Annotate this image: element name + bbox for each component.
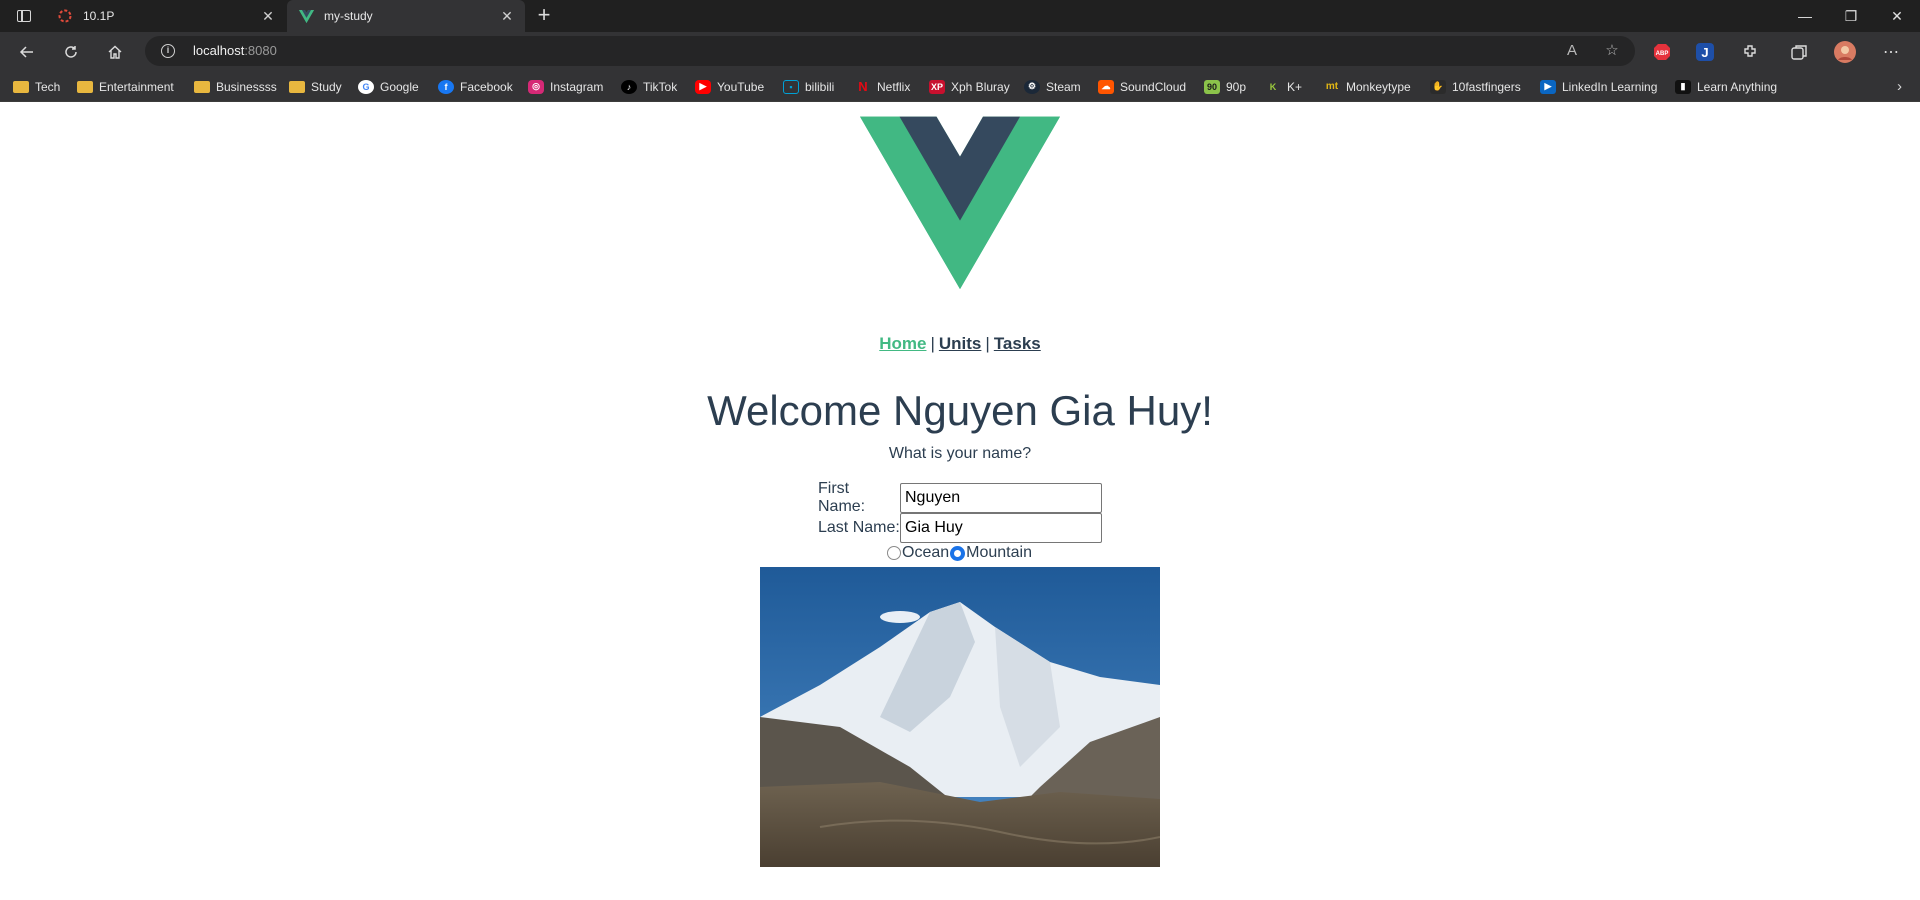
bookmark-item[interactable]: Study: [289, 78, 342, 95]
browser-titlebar: 10.1P ✕ my-study ✕ + — ❐ ✕: [0, 0, 1920, 32]
last-name-row: Last Name:: [818, 513, 1102, 543]
collections-icon[interactable]: [1788, 41, 1810, 63]
bookmark-item[interactable]: 90 90p: [1204, 78, 1246, 95]
netflix-icon: N: [858, 79, 868, 94]
radio-mountain-label: Mountain: [966, 544, 1032, 561]
browser-toolbar: i localhost:8080 A ☆ ABP J ⋯: [0, 32, 1920, 70]
loading-spinner-icon: [57, 8, 73, 24]
close-icon[interactable]: ✕: [495, 8, 519, 25]
last-name-label: Last Name:: [818, 519, 900, 536]
page-content: Home | Units | Tasks Welcome Nguyen Gia Huy!…: [0, 103, 1920, 900]
bookmark-item[interactable]: ♪ TikTok: [621, 78, 677, 95]
extensions-icon[interactable]: [1740, 41, 1762, 63]
bookmark-item[interactable]: mt Monkeytype: [1324, 78, 1411, 95]
svg-text:ABP: ABP: [1656, 51, 1669, 57]
learn-anything-icon: ▮: [1675, 79, 1691, 94]
bookmark-item[interactable]: ☁ SoundCloud: [1098, 78, 1186, 95]
welcome-heading: Welcome Nguyen Gia Huy!: [707, 387, 1213, 434]
refresh-icon[interactable]: [58, 39, 84, 65]
tab-my-study[interactable]: my-study ✕: [287, 0, 525, 32]
mountain-image: [760, 567, 1160, 867]
bookmark-item[interactable]: N Netflix: [855, 78, 910, 95]
nav-link-units[interactable]: Units: [939, 334, 982, 353]
site-info-icon[interactable]: i: [161, 44, 175, 58]
main-nav: Home | Units | Tasks: [0, 334, 1920, 354]
bookmark-item[interactable]: Businessss: [194, 78, 277, 95]
radio-ocean[interactable]: [887, 546, 901, 560]
tab-10-1p[interactable]: 10.1P ✕: [46, 0, 286, 32]
google-icon: G: [358, 79, 374, 94]
address-bar[interactable]: i localhost:8080 A ☆: [145, 36, 1635, 66]
read-aloud-icon[interactable]: A: [1563, 42, 1581, 60]
close-window-icon[interactable]: ✕: [1874, 0, 1920, 32]
tab-title: 10.1P: [83, 9, 115, 23]
nav-separator: |: [985, 334, 990, 353]
bookmark-item[interactable]: K K+: [1265, 78, 1302, 95]
name-question: What is your name?: [888, 445, 1032, 462]
90p-icon: 90: [1204, 79, 1220, 94]
last-name-input[interactable]: [900, 513, 1102, 543]
bookmark-item[interactable]: ▶ YouTube: [695, 78, 764, 95]
first-name-label: First Name:: [818, 480, 866, 515]
bookmark-item[interactable]: Entertainment: [77, 78, 174, 95]
tiktok-icon: ♪: [621, 79, 637, 94]
more-menu-icon[interactable]: ⋯: [1880, 41, 1902, 63]
adblock-icon[interactable]: ABP: [1651, 41, 1673, 63]
j-extension-icon[interactable]: J: [1694, 41, 1716, 63]
minimize-icon[interactable]: —: [1782, 0, 1828, 32]
folder-icon: [13, 80, 29, 93]
bookmark-item[interactable]: ⚙ Steam: [1024, 78, 1081, 95]
bookmark-item[interactable]: ▶ LinkedIn Learning: [1540, 78, 1657, 95]
scene-radio-group: Ocean Mountain: [886, 544, 1032, 562]
vue-logo: [860, 116, 1060, 290]
new-tab-button[interactable]: +: [532, 4, 556, 28]
close-icon[interactable]: ✕: [256, 8, 280, 25]
bookmark-item[interactable]: ✋ 10fastfingers: [1430, 78, 1521, 95]
steam-icon: ⚙: [1024, 79, 1040, 94]
url-text: localhost:8080: [193, 43, 277, 58]
monkeytype-icon: mt: [1325, 81, 1339, 92]
svg-text:J: J: [1701, 45, 1708, 60]
profile-avatar[interactable]: [1834, 41, 1856, 63]
radio-ocean-label: Ocean: [902, 544, 950, 561]
bookmark-item[interactable]: ▪ bilibili: [783, 78, 834, 95]
nav-link-home[interactable]: Home: [879, 334, 926, 353]
bilibili-icon: ▪: [783, 79, 799, 94]
tab-title: my-study: [324, 9, 373, 23]
folder-icon: [194, 80, 210, 93]
home-icon[interactable]: [102, 39, 128, 65]
10fastfingers-icon: ✋: [1430, 79, 1446, 94]
nav-link-tasks[interactable]: Tasks: [994, 334, 1041, 353]
vue-favicon-icon: [298, 8, 314, 24]
linkedin-learning-icon: ▶: [1540, 79, 1556, 94]
first-name-input[interactable]: [900, 483, 1102, 513]
nav-separator: |: [930, 334, 935, 353]
bookmarks-bar: Tech Entertainment Businessss Study G Goo…: [0, 70, 1920, 102]
favorite-star-icon[interactable]: ☆: [1603, 42, 1621, 60]
youtube-icon: ▶: [695, 79, 711, 94]
bookmark-item[interactable]: XP Xph Bluray: [929, 78, 1010, 95]
soundcloud-icon: ☁: [1098, 79, 1114, 94]
first-name-row: First Name:: [818, 480, 1102, 515]
kplus-icon: K: [1269, 81, 1277, 92]
instagram-icon: ◎: [528, 79, 544, 94]
xph-icon: XP: [929, 79, 945, 94]
bookmark-item[interactable]: ◎ Instagram: [528, 78, 603, 95]
folder-icon: [77, 80, 93, 93]
radio-mountain[interactable]: [950, 545, 966, 561]
chevron-right-icon[interactable]: ›: [1897, 78, 1902, 95]
facebook-icon: f: [438, 79, 454, 94]
bookmark-item[interactable]: Tech: [13, 78, 60, 95]
tab-actions-icon[interactable]: [12, 7, 36, 25]
restore-icon[interactable]: ❐: [1828, 0, 1874, 32]
folder-icon: [289, 80, 305, 93]
bookmark-item[interactable]: G Google: [358, 78, 419, 95]
bookmark-item[interactable]: ▮ Learn Anything: [1675, 78, 1777, 95]
back-icon[interactable]: [14, 39, 40, 65]
bookmark-item[interactable]: f Facebook: [438, 78, 513, 95]
